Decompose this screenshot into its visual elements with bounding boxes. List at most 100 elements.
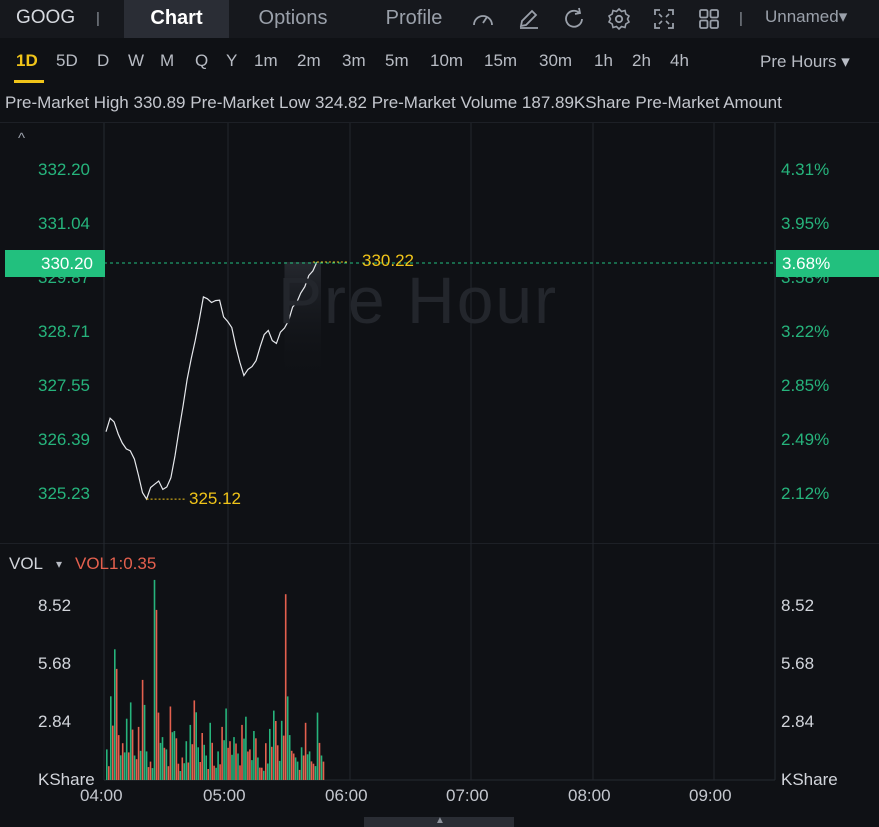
time-tick-label: 08:00 <box>568 786 611 805</box>
premarket-high-label: Pre-Market High <box>5 93 129 112</box>
draw-icon[interactable] <box>516 6 542 32</box>
volume-bar <box>239 765 241 780</box>
volume-tick-label: 8.52 <box>781 596 815 615</box>
current-price-value: 330.20 <box>41 254 93 273</box>
interval-5d[interactable]: 5D <box>56 51 78 71</box>
price-tick-label: 332.20 <box>38 160 90 179</box>
volume-bar <box>161 737 164 780</box>
volume-bar <box>280 720 283 780</box>
volume-bar <box>294 757 297 780</box>
volume-bar <box>292 753 295 780</box>
layout-select-label: Unnamed <box>765 7 839 26</box>
interval-15m[interactable]: 15m <box>484 51 517 71</box>
volume-title[interactable]: VOL <box>9 554 43 574</box>
volume-bar <box>119 755 122 780</box>
volume-bar <box>114 649 116 780</box>
symbol-label: GOOG <box>16 7 76 28</box>
interval-1d[interactable]: 1D <box>16 51 38 71</box>
volume-bar <box>271 746 273 780</box>
volume-bar <box>261 767 263 780</box>
time-tick-label: 09:00 <box>689 786 732 805</box>
current-percent-badge: 3.68% <box>776 250 879 277</box>
session-select[interactable]: Pre Hours ▾ <box>760 52 850 72</box>
layout-select[interactable]: Unnamed▾ <box>765 7 847 27</box>
volume-bar <box>217 751 219 780</box>
interval-5m[interactable]: 5m <box>385 51 409 71</box>
volume-bar <box>316 712 319 780</box>
gauge-icon[interactable] <box>470 6 496 32</box>
interval-1m[interactable]: 1m <box>254 51 278 71</box>
collapse-chevron-icon[interactable]: ^ <box>18 130 25 147</box>
tab-chart[interactable]: Chart <box>124 0 229 38</box>
percent-tick-label: 2.85% <box>781 376 830 395</box>
interval-m[interactable]: M <box>160 51 174 71</box>
volume-bar <box>275 721 277 780</box>
time-tick-label: 05:00 <box>203 786 246 805</box>
volume-bar <box>245 716 247 780</box>
volume-bar <box>288 735 291 780</box>
percent-tick-label: 2.12% <box>781 484 830 503</box>
volume-bar <box>302 755 305 780</box>
volume-bar <box>123 752 126 780</box>
volume-bar <box>173 731 176 780</box>
interval-10m[interactable]: 10m <box>430 51 463 71</box>
price-tick-label: 328.71 <box>38 322 90 341</box>
chevron-up-icon[interactable]: ▲ <box>435 815 445 826</box>
volume-bar <box>306 754 309 780</box>
volume-bar <box>163 747 166 780</box>
interval-3m[interactable]: 3m <box>342 51 366 71</box>
volume-bar <box>197 747 199 780</box>
interval-30m[interactable]: 30m <box>539 51 572 71</box>
volume-bar <box>157 712 160 780</box>
volume-bar <box>259 767 261 780</box>
volume-bar <box>179 771 182 780</box>
tab-profile[interactable]: Profile <box>368 0 460 38</box>
volume-bar <box>133 755 136 780</box>
interval-2h[interactable]: 2h <box>632 51 651 71</box>
chevron-down-icon: ▾ <box>838 7 848 26</box>
interval-4h[interactable]: 4h <box>670 51 689 71</box>
interval-1h[interactable]: 1h <box>594 51 613 71</box>
time-tick-label: 06:00 <box>325 786 368 805</box>
interval-y[interactable]: Y <box>226 51 237 71</box>
volume-bar <box>290 750 293 780</box>
settings-icon[interactable] <box>606 6 632 32</box>
volume-bar <box>221 726 223 780</box>
session-select-label: Pre Hours <box>760 52 837 71</box>
refresh-icon[interactable] <box>561 6 587 32</box>
volume-bar <box>183 763 186 780</box>
interval-2m[interactable]: 2m <box>297 51 321 71</box>
percent-tick-label: 3.95% <box>781 214 830 233</box>
interval-w[interactable]: W <box>128 51 144 71</box>
interval-d[interactable]: D <box>97 51 109 71</box>
volume-bar <box>171 732 174 780</box>
volume-bar <box>249 749 251 780</box>
volume-bar <box>211 742 213 780</box>
panel-divider <box>0 543 879 544</box>
chart-canvas[interactable] <box>0 123 879 815</box>
volume-bar <box>199 762 201 780</box>
volume-bar <box>269 728 271 780</box>
volume-bar <box>201 733 203 780</box>
volume-bar <box>318 742 321 780</box>
volume-bar <box>141 679 144 780</box>
volume-bar <box>213 765 215 780</box>
active-interval-underline <box>14 80 44 83</box>
volume-bar <box>165 749 168 780</box>
volume-bar <box>177 763 180 780</box>
volume-bar <box>253 731 255 780</box>
volume-bar <box>304 722 307 780</box>
volume-bar <box>284 594 287 780</box>
fullscreen-icon[interactable] <box>651 6 677 32</box>
chevron-down-icon[interactable]: ▾ <box>56 557 62 571</box>
volume-bar <box>286 696 289 780</box>
price-tick-label: 331.04 <box>38 214 90 233</box>
volume-bar <box>151 768 154 780</box>
grid-layout-icon[interactable] <box>696 6 722 32</box>
tab-options[interactable]: Options <box>237 0 349 38</box>
volume-tick-label: 5.68 <box>38 654 72 673</box>
volume-tick-label: 2.84 <box>38 712 72 731</box>
interval-q[interactable]: Q <box>195 51 208 71</box>
volume-indicator-value: VOL1:0.35 <box>75 554 157 573</box>
volume-bar <box>223 740 225 780</box>
